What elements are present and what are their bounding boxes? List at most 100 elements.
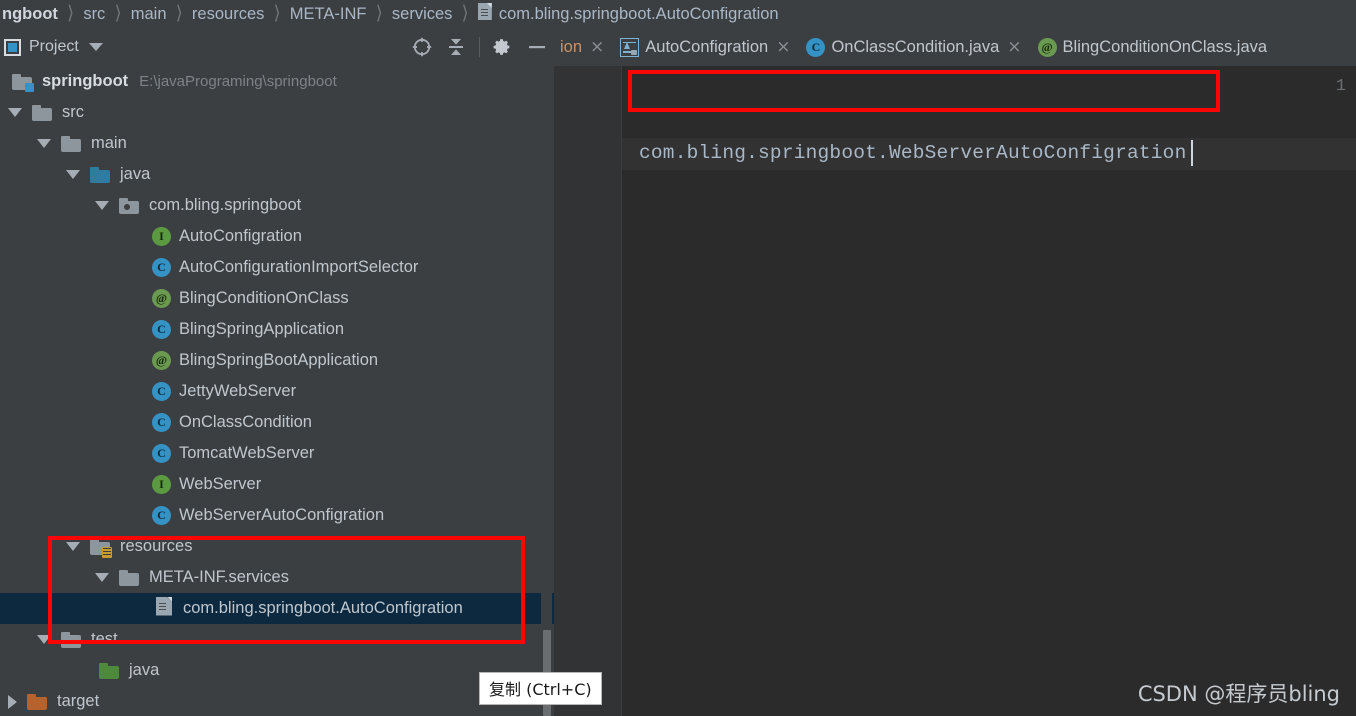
tree-label: TomcatWebServer — [179, 444, 315, 462]
tree-label: AutoConfigration — [179, 227, 302, 245]
chevron-down-icon[interactable] — [88, 43, 103, 51]
tree-label: WebServer — [179, 475, 262, 493]
project-panel-header: Project — [0, 28, 554, 66]
tree-label: springboot — [42, 72, 129, 90]
class-icon: C — [152, 444, 171, 463]
hide-panel-icon[interactable] — [520, 30, 554, 64]
module-path: E:\javaPrograming\springboot — [139, 73, 337, 90]
tree-row-webserverautoconfigration[interactable]: C WebServerAutoConfigration — [0, 500, 554, 531]
tab-truncated[interactable]: ion × — [554, 28, 614, 66]
file-icon — [156, 596, 172, 621]
interface-icon: I — [152, 475, 171, 494]
tree-row-target[interactable]: target — [0, 686, 554, 716]
tab-label: OnClassCondition.java — [831, 37, 1000, 56]
code-text: com.bling.springboot.WebServerAutoConfig… — [639, 142, 1187, 164]
spring-autoconfig-icon — [620, 37, 640, 57]
tree-row-resources[interactable]: resources — [0, 531, 554, 562]
interface-icon: I — [152, 227, 171, 246]
tree-row-autoconfigration-file[interactable]: com.bling.springboot.AutoConfigration — [0, 593, 554, 624]
tab-onclasscondition[interactable]: C OnClassCondition.java × — [800, 28, 1031, 66]
editor-gutter — [554, 66, 622, 716]
tree-row-autoconfigurationimportselector[interactable]: C AutoConfigurationImportSelector — [0, 252, 554, 283]
locate-file-icon[interactable] — [405, 30, 439, 64]
tab-label: BlingConditionOnClass.java — [1062, 37, 1268, 56]
copy-tooltip: 复制 (Ctrl+C) — [479, 672, 602, 705]
tree-row-java-test[interactable]: java — [0, 655, 554, 686]
sidebar-scrollbar-track[interactable] — [541, 66, 552, 716]
breadcrumb-item-label: com.bling.springboot.AutoConfigration — [498, 4, 779, 23]
module-folder-icon — [12, 73, 34, 92]
tree-row-meta-inf-services[interactable]: META-INF.services — [0, 562, 554, 593]
breadcrumb-item-4[interactable]: META-INF — [288, 0, 369, 28]
breadcrumb-item-0[interactable]: ngboot — [0, 0, 60, 28]
toolbar-divider — [479, 37, 480, 57]
breadcrumb-separator: ⟩ — [461, 2, 469, 24]
settings-gear-icon[interactable] — [486, 30, 520, 64]
expand-twisty-icon[interactable] — [95, 573, 109, 582]
breadcrumb-item-6[interactable]: com.bling.springboot.AutoConfigration — [476, 0, 781, 28]
collapse-twisty-icon[interactable] — [8, 694, 17, 709]
code-editor[interactable]: 1 com.bling.springboot.WebServerAutoConf… — [554, 66, 1356, 716]
tab-autoconfigration[interactable]: AutoConfigration × — [614, 28, 800, 66]
expand-twisty-icon[interactable] — [95, 201, 109, 210]
breadcrumb-separator: ⟩ — [114, 2, 122, 24]
tree-row-src[interactable]: src — [0, 97, 554, 128]
tree-row-blingconditiononclass[interactable]: @ BlingConditionOnClass — [0, 283, 554, 314]
tree-row-blingspringapplication[interactable]: C BlingSpringApplication — [0, 314, 554, 345]
folder-icon — [61, 135, 81, 152]
tree-row-autoconfigration[interactable]: I AutoConfigration — [0, 221, 554, 252]
expand-twisty-icon[interactable] — [66, 542, 80, 551]
tree-label: JettyWebServer — [179, 382, 297, 400]
tree-row-tomcatwebserver[interactable]: C TomcatWebServer — [0, 438, 554, 469]
expand-twisty-icon[interactable] — [37, 635, 51, 644]
tree-label: main — [91, 134, 127, 152]
class-icon: C — [806, 37, 826, 57]
tree-row-java-sources[interactable]: java — [0, 159, 554, 190]
class-icon: C — [152, 413, 171, 432]
annotation-icon: @ — [1037, 37, 1057, 57]
breadcrumb-separator: ⟩ — [375, 2, 383, 24]
text-caret — [1191, 140, 1193, 166]
tree-label: com.bling.springboot.AutoConfigration — [183, 599, 463, 617]
close-icon[interactable]: × — [588, 37, 612, 57]
close-icon[interactable]: × — [774, 37, 798, 57]
tree-label: test — [91, 630, 118, 648]
breadcrumb-separator: ⟩ — [273, 2, 281, 24]
breadcrumb-item-1[interactable]: src — [81, 0, 107, 28]
tree-row-main[interactable]: main — [0, 128, 554, 159]
breadcrumb-item-2[interactable]: main — [129, 0, 169, 28]
class-icon: C — [152, 506, 171, 525]
tree-row-onclasscondition[interactable]: C OnClassCondition — [0, 407, 554, 438]
tree-row-blingspringbootapplication[interactable]: @ BlingSpringBootApplication — [0, 345, 554, 376]
folder-resources-icon — [90, 538, 112, 558]
expand-twisty-icon[interactable] — [66, 170, 80, 179]
breadcrumb-separator: ⟩ — [175, 2, 183, 24]
tree-label: BlingSpringBootApplication — [179, 351, 379, 369]
folder-sources-icon — [90, 166, 110, 183]
project-toolbar — [405, 28, 554, 66]
tree-row-webserver[interactable]: I WebServer — [0, 469, 554, 500]
tree-label: OnClassCondition — [179, 413, 312, 431]
folder-icon — [61, 631, 81, 648]
project-panel-icon — [4, 38, 21, 56]
project-tree[interactable]: springboot E:\javaPrograming\springboot … — [0, 66, 554, 716]
breadcrumb-item-5[interactable]: services — [390, 0, 455, 28]
tab-blingconditiononclass[interactable]: @ BlingConditionOnClass.java — [1032, 28, 1276, 66]
tree-row-jettywebserver[interactable]: C JettyWebServer — [0, 376, 554, 407]
tree-row-package[interactable]: com.bling.springboot — [0, 190, 554, 221]
folder-test-sources-icon — [99, 662, 119, 679]
collapse-all-icon[interactable] — [439, 30, 473, 64]
close-icon[interactable]: × — [1005, 37, 1029, 57]
breadcrumb-item-3[interactable]: resources — [190, 0, 266, 28]
tree-row-springboot[interactable]: springboot E:\javaPrograming\springboot — [0, 66, 554, 97]
project-panel-title-group[interactable]: Project — [0, 38, 103, 56]
toolbar-row: Project ion × AutoConfigration × C OnCla… — [0, 28, 1356, 66]
expand-twisty-icon[interactable] — [8, 108, 22, 117]
expand-twisty-icon[interactable] — [37, 139, 51, 148]
tree-label: BlingSpringApplication — [179, 320, 345, 338]
annotation-icon: @ — [152, 289, 171, 308]
tree-label: src — [62, 103, 84, 121]
tree-row-test[interactable]: test — [0, 624, 554, 655]
tree-label: WebServerAutoConfigration — [179, 506, 385, 524]
tree-label: java — [129, 661, 160, 679]
